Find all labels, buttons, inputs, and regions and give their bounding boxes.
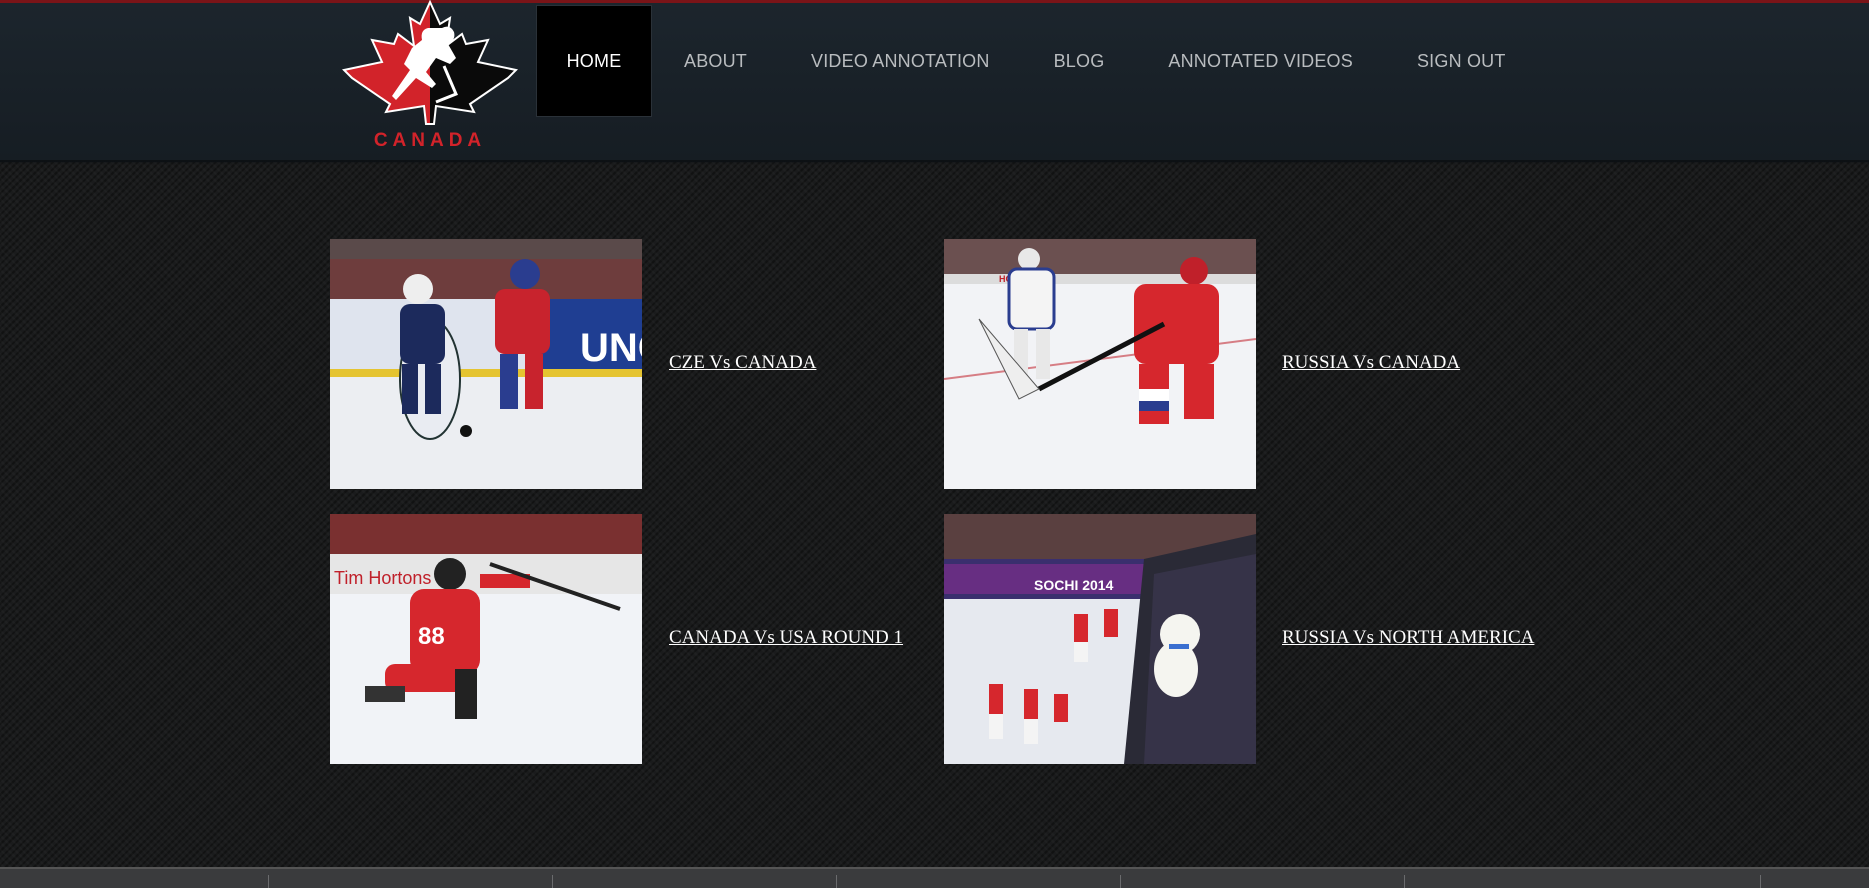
footer-bar (0, 867, 1869, 888)
nav-annotated-videos[interactable]: ANNOTATED VIDEOS (1136, 5, 1385, 117)
main-nav: HOME ABOUT VIDEO ANNOTATION BLOG ANNOTAT… (536, 5, 1538, 117)
video-link-russia-north-america[interactable]: RUSSIA Vs NORTH AMERICA (1282, 627, 1534, 649)
nav-home[interactable]: HOME (536, 5, 652, 117)
svg-text:88: 88 (418, 623, 445, 650)
hockey-canada-logo[interactable]: CANADA (340, 0, 520, 151)
nav-blog[interactable]: BLOG (1022, 5, 1137, 117)
nav-sign-out[interactable]: SIGN OUT (1385, 5, 1538, 117)
nav-video-annotation[interactable]: VIDEO ANNOTATION (779, 5, 1022, 117)
thumb-text-ung: UNG (580, 326, 642, 370)
video-thumbnail-russia-north-america[interactable]: SOCHI 2014 (944, 514, 1256, 764)
logo-text: CANADA (374, 130, 486, 150)
nav-about[interactable]: ABOUT (652, 5, 779, 117)
video-link-russia-canada[interactable]: RUSSIA Vs CANADA (1282, 352, 1460, 374)
thumb-text-sponsor: Tim Hortons (334, 568, 431, 588)
video-thumbnail-canada-usa[interactable]: Tim Hortons 88 (330, 514, 642, 764)
video-link-canada-usa-round-1[interactable]: CANADA Vs USA ROUND 1 (669, 627, 903, 649)
thumb-text-sochi: SOCHI 2014 (1034, 577, 1114, 593)
video-link-cze-canada[interactable]: CZE Vs CANADA (669, 352, 816, 374)
video-thumbnail-cze-canada[interactable]: UNG (330, 239, 642, 489)
video-thumbnail-russia-canada[interactable]: HONDA (944, 239, 1256, 489)
